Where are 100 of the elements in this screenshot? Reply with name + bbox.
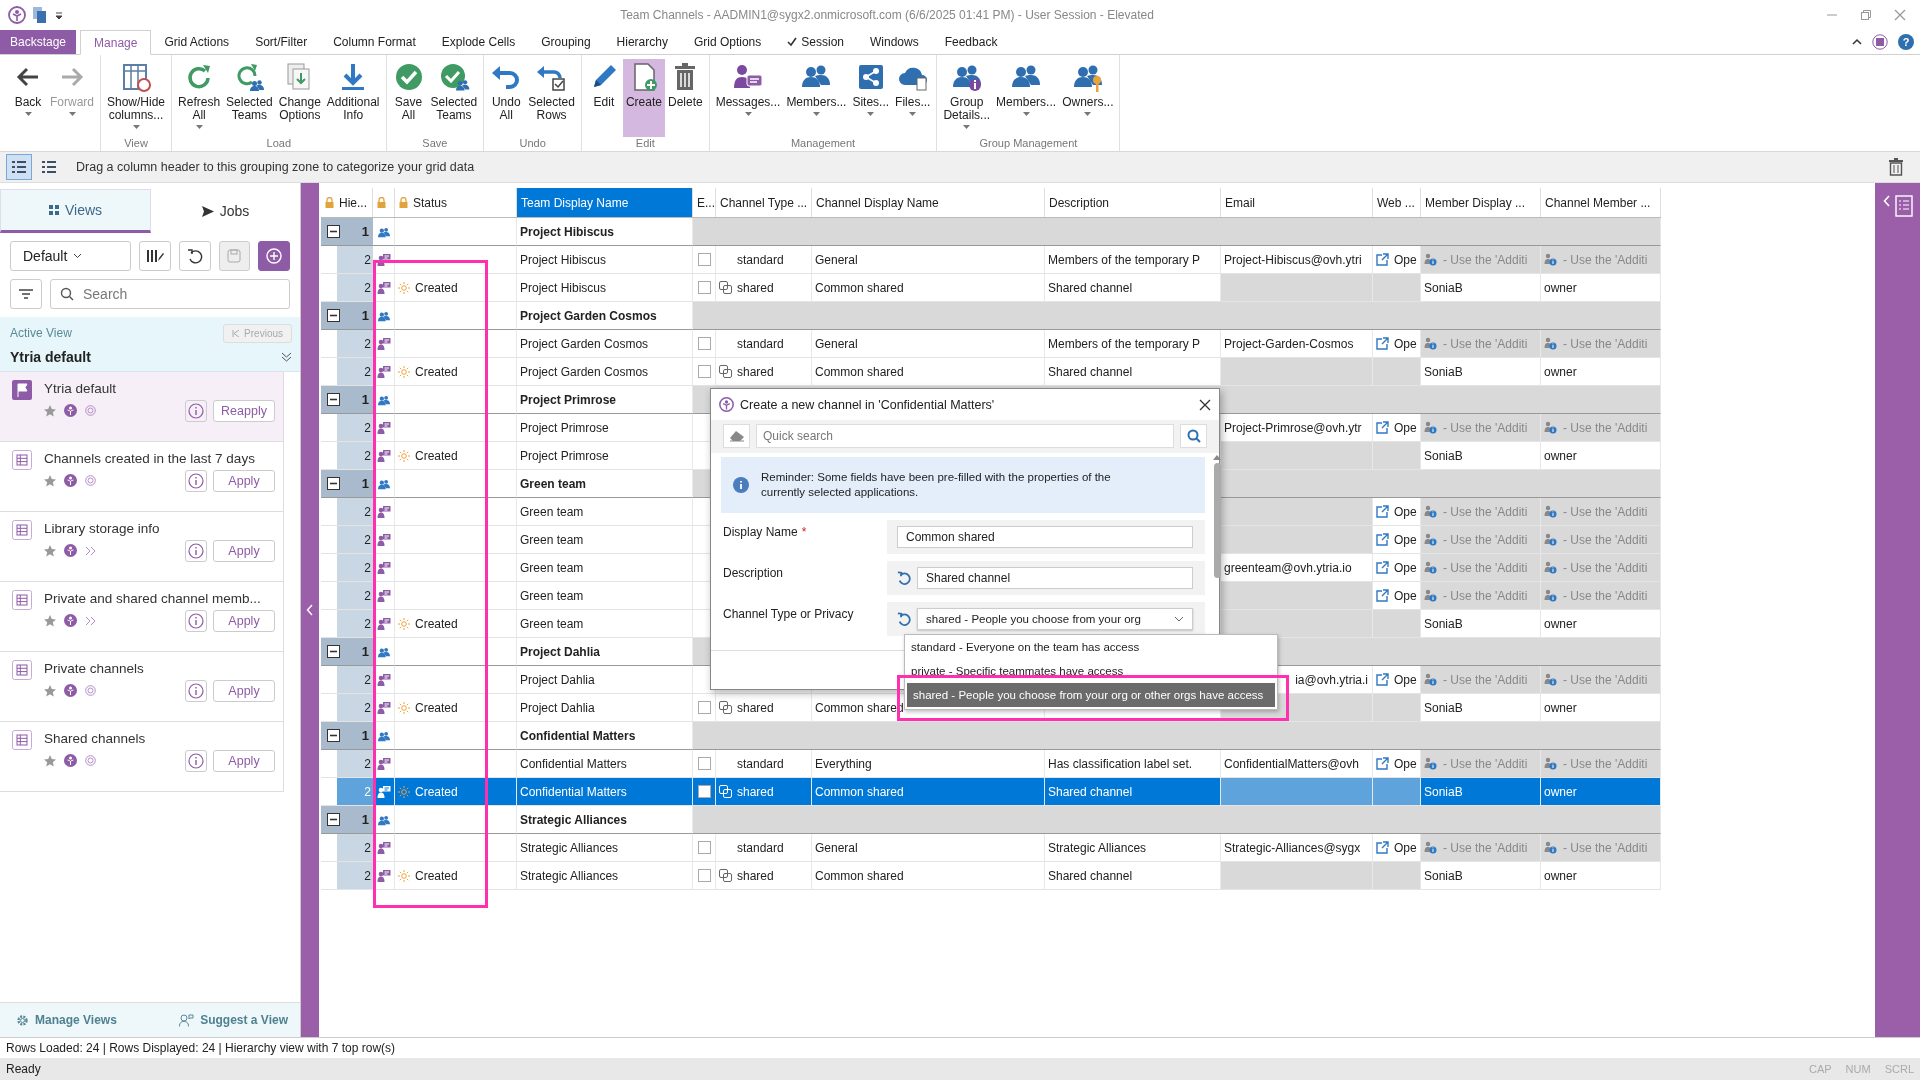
undo-icon[interactable]	[897, 571, 911, 585]
open-link[interactable]: Ope	[1376, 336, 1417, 351]
ribbon-button[interactable]: Refresh All	[175, 59, 224, 137]
view-item[interactable]: Shared channels Apply	[0, 722, 284, 792]
undo-icon[interactable]	[897, 612, 911, 626]
checkbox[interactable]	[697, 281, 711, 294]
table-row[interactable]: 1 Project Hibiscus	[321, 218, 1661, 246]
ribbon-button[interactable]: Undo All	[487, 59, 526, 137]
view-item[interactable]: Private and shared channel memb... Apply	[0, 582, 284, 652]
search-button[interactable]	[1180, 424, 1207, 448]
ribbon-button[interactable]: Messages...	[712, 59, 784, 137]
open-link[interactable]: Ope	[1376, 588, 1417, 603]
column-header[interactable]: Hie...	[321, 188, 373, 217]
ribbon-button[interactable]: Files...	[892, 59, 934, 137]
menu-tab[interactable]: Feedback	[931, 30, 1011, 54]
menu-tab[interactable]: Session	[774, 30, 857, 54]
collapse-toggle[interactable]	[327, 393, 340, 406]
manage-views-link[interactable]: Manage Views	[16, 1013, 117, 1027]
add-view-button[interactable]	[258, 241, 290, 271]
menu-tab[interactable]: Windows	[857, 30, 932, 54]
double-chevron-icon[interactable]	[281, 352, 292, 362]
menu-tab[interactable]: Explode Cells	[428, 30, 529, 54]
open-link[interactable]: Ope	[1376, 840, 1417, 855]
documents-icon[interactable]	[32, 6, 48, 24]
text-field[interactable]: Shared channel	[917, 567, 1193, 589]
column-header[interactable]: Team Display Name	[517, 188, 693, 217]
open-link[interactable]: Ope	[1376, 532, 1417, 547]
apply-button[interactable]: Reapply	[213, 400, 275, 422]
trash-icon[interactable]	[1888, 158, 1904, 176]
table-row[interactable]: 2 Created Confidential Matters shared Common shared Shared channel SoniaB owner	[321, 778, 1661, 806]
checkbox[interactable]	[697, 869, 711, 882]
ribbon-button[interactable]: Members...	[783, 59, 850, 137]
ribbon-button[interactable]: Selected Teams	[427, 59, 481, 137]
close-icon[interactable]	[1199, 398, 1211, 411]
menu-tab[interactable]: Column Format	[320, 30, 429, 54]
chevron-left-icon[interactable]	[1882, 195, 1891, 207]
dropdown-option[interactable]: shared - People you choose from your org or other orgs have access	[907, 683, 1275, 707]
open-link[interactable]: Ope	[1376, 672, 1417, 687]
star-icon[interactable]	[44, 544, 56, 557]
panel-tab[interactable]: Jobs	[151, 189, 300, 233]
panel-icon[interactable]	[1872, 34, 1888, 50]
clear-button[interactable]	[723, 424, 750, 448]
table-row[interactable]: 2 Created Project Garden Cosmos shared Common shared Shared channel SoniaB owner	[321, 358, 1661, 386]
menu-tab[interactable]: Grid Options	[680, 30, 775, 54]
info-button[interactable]	[185, 680, 207, 702]
star-icon[interactable]	[44, 754, 56, 767]
view-item[interactable]: Channels created in the last 7 days Apply	[0, 442, 284, 512]
open-link[interactable]: Ope	[1376, 420, 1417, 435]
apply-button[interactable]: Apply	[213, 680, 275, 702]
info-button[interactable]	[185, 540, 207, 562]
help-button[interactable]: ?	[1898, 34, 1914, 50]
column-header[interactable]: Channel Member ...	[1541, 188, 1661, 217]
table-row[interactable]: 2 Strategic Alliances standard General Strategic Alliances Strategic-Alliances@sygx Ope - Use the 'Additi - Use the 'Additi	[321, 834, 1661, 862]
menu-tab[interactable]: Manage	[80, 30, 152, 55]
column-header[interactable]: E...	[693, 188, 716, 217]
table-row[interactable]: 2 Created Strategic Alliances shared Common shared Shared channel SoniaB owner	[321, 862, 1661, 890]
open-link[interactable]: Ope	[1376, 252, 1417, 267]
ribbon-button[interactable]: Additional Info	[323, 59, 383, 137]
search-field[interactable]: Search	[50, 279, 290, 309]
menu-tab[interactable]: Grouping	[528, 30, 604, 54]
apply-button[interactable]: Apply	[213, 610, 275, 632]
suggest-view-link[interactable]: Suggest a View	[179, 1013, 288, 1027]
star-icon[interactable]	[44, 684, 56, 697]
table-row[interactable]: 2 Project Hibiscus standard General Members of the temporary P Project-Hibiscus@ovh.ytri Ope - Use the 'Additi - Use the 'Additi	[321, 246, 1661, 274]
view-item[interactable]: Private channels Apply	[0, 652, 284, 722]
privacy-dropdown[interactable]: shared - People you choose from your org	[917, 608, 1193, 630]
star-icon[interactable]	[44, 404, 56, 417]
ribbon-button[interactable]: Group Details...	[940, 59, 994, 137]
collapse-toggle[interactable]	[327, 309, 340, 322]
view-dropdown[interactable]: Default	[10, 241, 132, 271]
column-header[interactable]: Channel Type ...	[716, 188, 812, 217]
filter-button[interactable]	[10, 279, 42, 309]
ribbon-button[interactable]: Owners...	[1059, 59, 1117, 137]
star-icon[interactable]	[44, 614, 56, 627]
view-item[interactable]: Library storage info Apply	[0, 512, 284, 582]
open-link[interactable]: Ope	[1376, 756, 1417, 771]
restore-icon[interactable]	[1860, 9, 1872, 21]
dropdown-option[interactable]: standard - Everyone on the team has access	[905, 635, 1277, 659]
info-button[interactable]	[185, 470, 207, 492]
apply-button[interactable]: Apply	[213, 470, 275, 492]
table-row[interactable]: 2 Project Garden Cosmos standard General Members of the temporary P Project-Garden-Cosmos Ope - Use the 'Additi - Use the 'Additi	[321, 330, 1661, 358]
ribbon-button[interactable]: Edit	[584, 59, 623, 137]
columns-edit-button[interactable]	[139, 241, 171, 271]
list-document-icon[interactable]	[1894, 195, 1913, 217]
column-header[interactable]: Description	[1045, 188, 1221, 217]
info-button[interactable]	[185, 610, 207, 632]
collapse-toggle[interactable]	[327, 645, 340, 658]
checkbox[interactable]	[697, 253, 711, 266]
table-row[interactable]: 1 Strategic Alliances	[321, 806, 1661, 834]
collapse-toggle[interactable]	[327, 729, 340, 742]
table-row[interactable]: 1 Confidential Matters	[321, 722, 1661, 750]
open-link[interactable]: Ope	[1376, 560, 1417, 575]
view-item[interactable]: Ytria default Reapply	[0, 372, 284, 442]
ribbon-button[interactable]: Selected Teams	[223, 59, 276, 137]
ribbon-button[interactable]: Save All	[389, 59, 428, 137]
checkbox[interactable]	[697, 757, 711, 770]
open-link[interactable]: Ope	[1376, 504, 1417, 519]
info-button[interactable]	[185, 400, 207, 422]
caret-icon[interactable]	[54, 10, 64, 20]
info-button[interactable]	[185, 750, 207, 772]
